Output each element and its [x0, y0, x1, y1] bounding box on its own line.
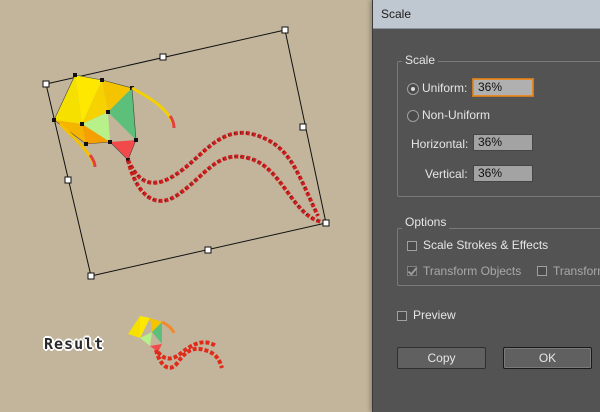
kite-result [128, 316, 224, 370]
transform-objects-label: Transform Objects [423, 264, 522, 278]
uniform-label[interactable]: Uniform: [422, 81, 467, 95]
ok-button[interactable]: OK [503, 347, 592, 369]
uniform-input[interactable]: 36% [473, 79, 533, 96]
scale-strokes-label[interactable]: Scale Strokes & Effects [423, 238, 548, 252]
horizontal-input[interactable]: 36% [473, 134, 533, 151]
copy-button[interactable]: Copy [397, 347, 486, 369]
transform-patterns-label: Transform [553, 264, 600, 278]
vertical-input[interactable]: 36% [473, 165, 533, 182]
options-group-legend: Options [402, 215, 450, 229]
dialog-titlebar[interactable]: Scale [373, 0, 600, 29]
result-label: Result [44, 335, 105, 353]
non-uniform-label[interactable]: Non-Uniform [422, 108, 490, 122]
preview-label[interactable]: Preview [413, 308, 456, 322]
preview-checkbox[interactable] [397, 311, 407, 321]
dialog-title: Scale [381, 7, 412, 21]
scale-strokes-checkbox[interactable] [407, 241, 417, 251]
kite-large[interactable] [52, 73, 323, 224]
horizontal-label: Horizontal: [411, 137, 469, 151]
non-uniform-radio[interactable] [407, 110, 419, 122]
vertical-label: Vertical: [425, 167, 468, 181]
scale-dialog: Scale Scale Uniform: 36% Non-Uniform Hor… [372, 0, 600, 412]
uniform-radio[interactable] [407, 83, 419, 95]
transform-patterns-checkbox [537, 266, 547, 276]
scale-group-legend: Scale [402, 53, 439, 67]
transform-objects-checkbox [407, 266, 417, 276]
